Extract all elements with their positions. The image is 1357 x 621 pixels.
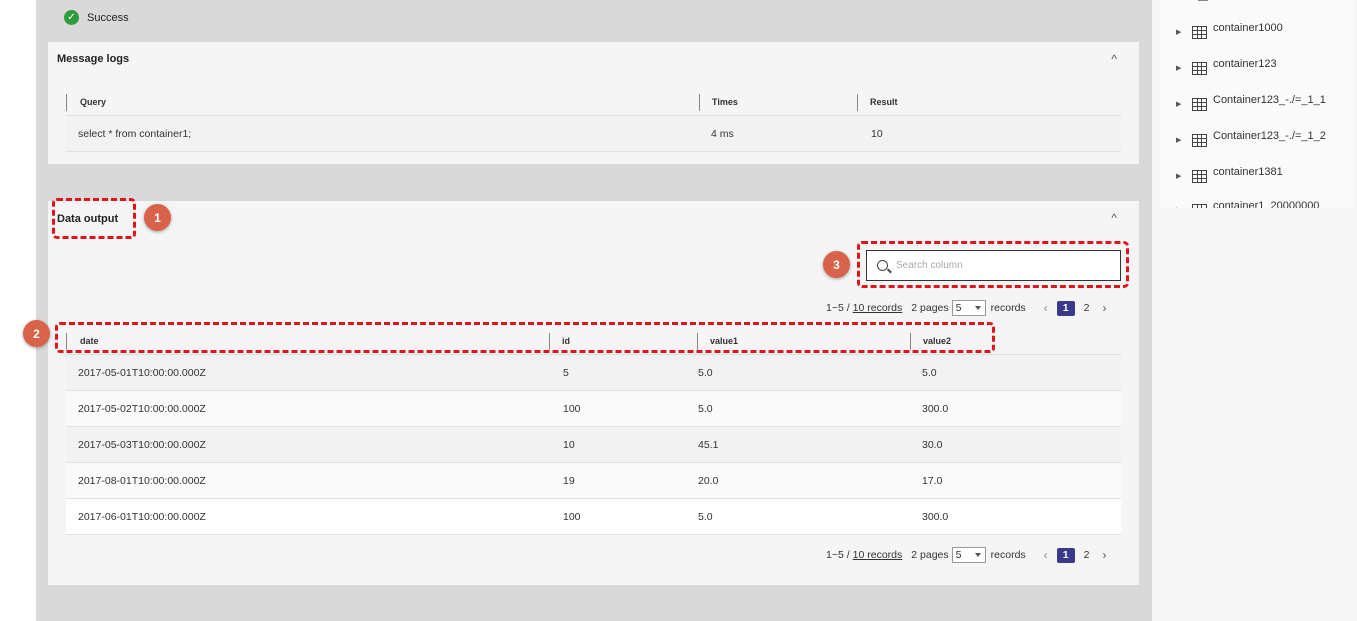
cell-date: 2017-05-01T10:00:00.000Z [78,366,206,379]
table-row: 2017-06-01T10:00:00.000Z 100 5.0 300.0 [66,499,1121,535]
pages-count: 2 pages [911,302,949,314]
tree-item-container[interactable]: ▶ container123 [1176,58,1277,78]
tree-item-label: container1_20000000 [1213,200,1320,208]
container-tree: ▶ container1000 ▶ container123 ▶ Contain… [1160,0,1353,208]
highlight-column-headers [55,322,995,353]
page-1-button[interactable]: 1 [1056,300,1075,316]
expand-caret-icon[interactable]: ▶ [1176,136,1186,144]
table-icon [1192,97,1207,111]
pagination-range: 1~5 / [826,549,850,561]
dropdown-arrow-icon [974,306,981,310]
table-row: 2017-08-01T10:00:00.000Z 19 20.0 17.0 [66,463,1121,499]
cell-date: 2017-06-01T10:00:00.000Z [78,510,206,523]
cell-id: 19 [563,474,575,487]
expand-caret-icon[interactable]: ▶ [1176,206,1186,208]
cell-id: 100 [563,510,581,523]
table-icon [1192,169,1207,183]
cell-date: 2017-05-03T10:00:00.000Z [78,438,206,451]
message-logs-panel: Message logs ^ Query Times Result select… [48,42,1139,164]
page-size-select[interactable]: 5 [951,547,986,563]
table-icon [1192,61,1207,75]
column-header-query[interactable]: Query [68,88,106,116]
annotation-badge-3: 3 [823,251,850,278]
cell-value1: 5.0 [698,510,713,523]
highlight-data-output-title [52,198,136,239]
table-row: 2017-05-03T10:00:00.000Z 10 45.1 30.0 [66,427,1121,463]
total-records-link[interactable]: 10 records [853,549,903,561]
records-label: records [990,302,1026,314]
tree-item-container[interactable]: ▶ Container123_-./=_1_2 [1176,130,1326,150]
cell-value2: 300.0 [922,402,949,415]
table-icon [1192,203,1207,208]
cell-date: 2017-05-02T10:00:00.000Z [78,402,206,415]
cell-times: 4 ms [711,127,734,140]
status-success: ✓ Success [64,10,129,25]
table-icon [1192,133,1207,147]
container-tree-panel: ▶ container1000 ▶ container123 ▶ Contain… [1152,0,1357,621]
expand-caret-icon[interactable]: ▶ [1176,28,1186,36]
chevron-up-icon: ^ [1111,52,1117,66]
message-logs-title: Message logs [57,53,130,65]
table-icon [1192,25,1207,39]
table-row: select * from container1; 4 ms 10 [66,116,1121,152]
cell-date: 2017-08-01T10:00:00.000Z [78,474,206,487]
expand-caret-icon[interactable]: ▶ [1176,172,1186,180]
tree-item-container[interactable]: ▶ container1_20000000 [1176,200,1319,208]
pagination-bottom: 1~5 / 10 records 2 pages 5 records ‹ 1 2… [826,547,1107,563]
collapse-data-output-button[interactable]: ^ [1111,211,1117,225]
cell-value2: 17.0 [922,474,943,487]
page-2-button[interactable]: 2 [1084,549,1090,561]
next-page-button[interactable]: › [1103,548,1107,562]
message-logs-table: Query Times Result select * from contain… [66,88,1121,152]
highlight-search-column [857,241,1129,288]
tree-item-label: container1000 [1213,22,1283,34]
data-output-table: date id value1 value2 2017-05-01T10:00:0… [66,327,1121,535]
table-row: 2017-05-02T10:00:00.000Z 100 5.0 300.0 [66,391,1121,427]
annotation-badge-1: 1 [144,204,171,231]
tree-item-label: Container123_-./=_1_1 [1213,94,1326,106]
tree-item-label: container123 [1213,58,1277,70]
annotation-badge-2: 2 [23,320,50,347]
cell-value1: 5.0 [698,402,713,415]
table-row: 2017-05-01T10:00:00.000Z 5 5.0 5.0 [66,355,1121,391]
page-2-button[interactable]: 2 [1084,302,1090,314]
tree-item-label: Container123_-./=_1_2 [1213,130,1326,142]
check-circle-icon: ✓ [64,10,79,25]
column-header-result[interactable]: Result [858,88,898,116]
cell-id: 100 [563,402,581,415]
pagination-range: 1~5 / [826,302,850,314]
cell-value2: 30.0 [922,438,943,451]
chevron-up-icon: ^ [1111,211,1117,225]
expand-caret-icon[interactable]: ▶ [1176,64,1186,72]
cell-value1: 5.0 [698,366,713,379]
tree-item-container[interactable]: ▶ Container123_-./=_1_1 [1176,94,1326,114]
pages-count: 2 pages [911,549,949,561]
cell-result: 10 [871,127,883,140]
cell-value2: 5.0 [922,366,937,379]
records-label: records [990,549,1026,561]
pagination-top: 1~5 / 10 records 2 pages 5 records ‹ 1 2… [826,300,1107,316]
prev-page-button[interactable]: ‹ [1044,301,1048,315]
total-records-link[interactable]: 10 records [853,302,903,314]
status-text: Success [87,11,129,24]
dropdown-arrow-icon [974,553,981,557]
cell-value2: 300.0 [922,510,949,523]
expand-caret-icon[interactable]: ▶ [1176,100,1186,108]
tree-item-container[interactable]: ▶ container1000 [1176,22,1283,42]
tree-item-container[interactable]: ▶ container1381 [1176,166,1283,186]
column-header-times[interactable]: Times [700,88,738,116]
table-header-row: Query Times Result [66,88,1121,116]
tree-item-label: container1381 [1213,166,1283,178]
prev-page-button[interactable]: ‹ [1044,548,1048,562]
cell-id: 10 [563,438,575,451]
cell-value1: 45.1 [698,438,719,451]
page-1-button[interactable]: 1 [1056,547,1075,563]
cell-id: 5 [563,366,569,379]
page-size-select[interactable]: 5 [951,300,986,316]
collapse-message-logs-button[interactable]: ^ [1111,52,1117,66]
cell-query: select * from container1; [78,127,192,140]
cell-value1: 20.0 [698,474,719,487]
next-page-button[interactable]: › [1103,301,1107,315]
